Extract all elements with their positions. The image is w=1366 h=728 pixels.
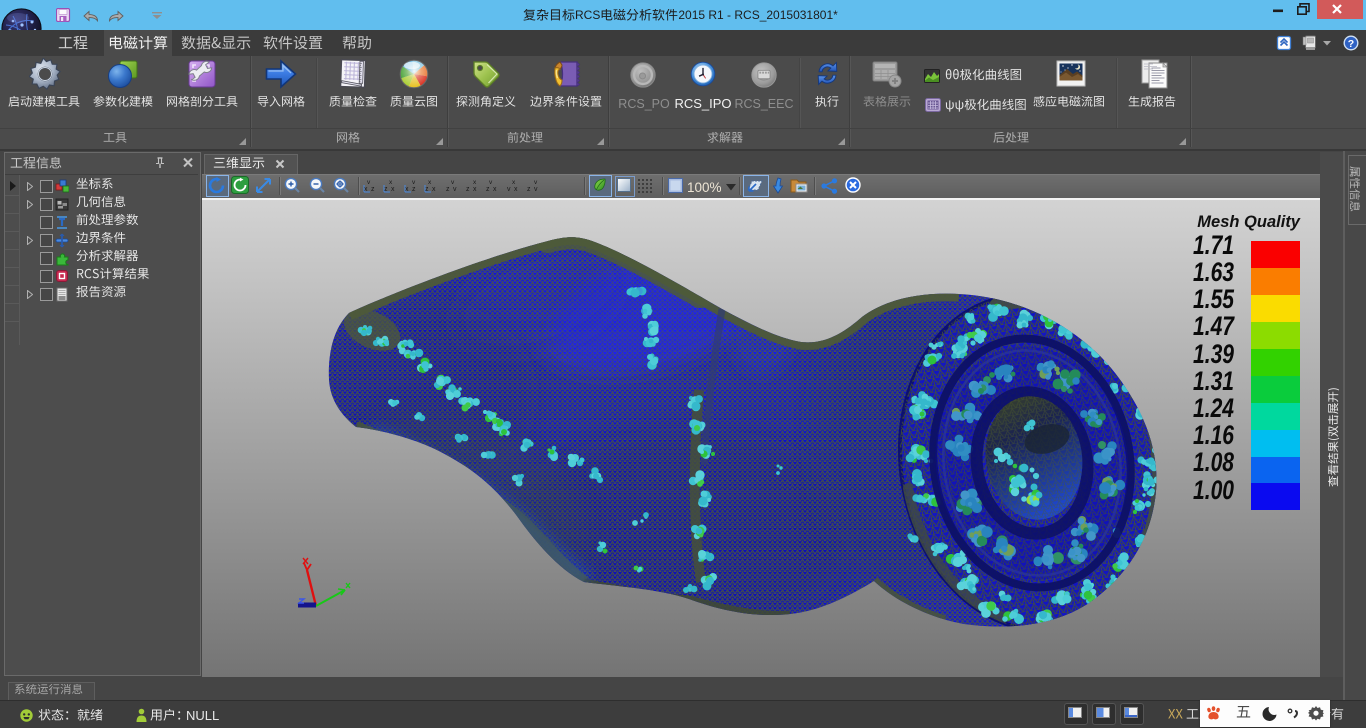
svg-text:x: x bbox=[512, 179, 516, 186]
svg-text:x: x bbox=[389, 179, 393, 186]
svg-text:?: ? bbox=[1348, 38, 1354, 50]
svg-text:z: z bbox=[371, 186, 375, 193]
svg-text:v: v bbox=[367, 179, 371, 186]
svg-text:z: z bbox=[412, 186, 416, 193]
svg-text:v: v bbox=[534, 186, 538, 193]
svg-text:x: x bbox=[391, 186, 395, 193]
svg-text:x: x bbox=[432, 186, 436, 193]
svg-text:v: v bbox=[412, 179, 416, 186]
svg-text:v: v bbox=[534, 179, 538, 186]
svg-text:x: x bbox=[428, 179, 432, 186]
svg-text:x: x bbox=[473, 179, 477, 186]
svg-text:x: x bbox=[514, 186, 518, 193]
svg-text:x: x bbox=[493, 186, 497, 193]
svg-text:v: v bbox=[489, 179, 493, 186]
svg-text:x: x bbox=[473, 186, 477, 193]
svg-text:v: v bbox=[453, 186, 457, 193]
svg-text:v: v bbox=[451, 179, 455, 186]
